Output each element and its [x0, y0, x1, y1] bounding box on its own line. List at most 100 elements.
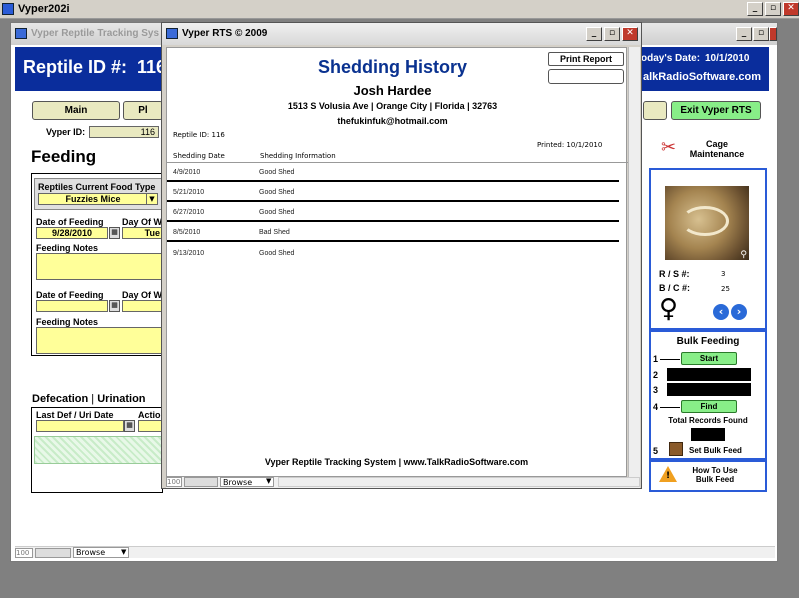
- feeding-notes-field-2[interactable]: [36, 327, 164, 354]
- zoom-icon[interactable]: ⚲: [740, 250, 747, 260]
- main-restore-button[interactable]: ▫: [753, 27, 769, 41]
- action-label: Actio: [138, 410, 161, 420]
- step-5: 5: [653, 446, 659, 456]
- header-label: Reptile ID #:: [23, 57, 128, 77]
- view-mode-icons[interactable]: [35, 548, 71, 558]
- date-feeding-field-1[interactable]: 9/28/2010: [36, 227, 108, 239]
- report-minimize-button[interactable]: _: [586, 27, 602, 41]
- report-close-button[interactable]: ✕: [622, 27, 638, 41]
- owner-address: 1513 S Volusia Ave | Orange City | Flori…: [287, 101, 498, 111]
- nav-pl-button[interactable]: Pl: [123, 101, 163, 120]
- app-icon: [2, 3, 14, 15]
- set-bulk-feed-button[interactable]: Set Bulk Feed: [689, 446, 742, 455]
- main-minimize-button[interactable]: _: [736, 27, 752, 41]
- row-date: 6/27/2010: [173, 209, 205, 216]
- date-feeding-field-2[interactable]: [36, 300, 108, 312]
- vyper-id-field[interactable]: 116: [89, 126, 159, 138]
- how-to-card[interactable]: ! How To Use Bulk Feed: [649, 460, 767, 492]
- find-button[interactable]: Find: [681, 400, 737, 413]
- close-button[interactable]: ✕: [783, 2, 799, 16]
- calendar-icon[interactable]: ▦: [109, 227, 120, 239]
- nav-hidden-button[interactable]: [643, 101, 667, 120]
- record-number[interactable]: 100: [15, 548, 33, 558]
- col-header-info: Shedding Information: [260, 152, 336, 160]
- exit-button[interactable]: Exit Vyper RTS: [671, 101, 761, 120]
- owner-name: Josh Hardee: [353, 83, 432, 98]
- day-of-week-label: Day Of W: [122, 217, 163, 227]
- calendar-icon-3[interactable]: ▦: [124, 420, 135, 432]
- browse-dropdown-icon[interactable]: ▼: [121, 548, 126, 556]
- prev-arrow-icon[interactable]: ‹: [713, 304, 729, 320]
- last-def-field[interactable]: [36, 420, 124, 432]
- table-row: 6/27/2010 Good Shed: [167, 202, 619, 222]
- report-view-icons[interactable]: [184, 477, 218, 487]
- report-title: Vyper RTS © 2009: [182, 28, 268, 39]
- food-type-dropdown-icon[interactable]: ▼: [146, 193, 158, 205]
- food-type-label: Reptiles Current Food Type: [38, 182, 156, 192]
- minimize-button[interactable]: _: [747, 2, 763, 16]
- row-date: 8/5/2010: [173, 229, 201, 236]
- start-button[interactable]: Start: [681, 352, 737, 365]
- main-status-bar: 100 Browse ▼: [15, 546, 775, 558]
- date-feeding-label: Date of Feeding: [36, 217, 104, 227]
- feeding-notes-field-1[interactable]: [36, 253, 164, 280]
- defecation-heading: Defecation | Urination: [32, 393, 146, 405]
- printed-date: Printed: 10/1/2010: [537, 141, 603, 149]
- last-def-label: Last Def / Uri Date: [36, 410, 114, 420]
- feeding-notes-label-2: Feeding Notes: [36, 317, 99, 327]
- report-browse-dropdown-icon[interactable]: ▼: [266, 477, 271, 485]
- report-heading: Shedding History: [317, 57, 467, 77]
- report-restore-button[interactable]: ▫: [604, 27, 620, 41]
- table-row: 9/13/2010 Good Shed: [167, 243, 619, 263]
- wrench-icon[interactable]: ✂: [661, 137, 676, 158]
- calendar-icon-2[interactable]: ▦: [109, 300, 120, 312]
- row-info: Good Shed: [259, 250, 295, 257]
- today-label: oday's Date:: [641, 53, 701, 64]
- table-row: 4/9/2010 Good Shed: [167, 162, 619, 182]
- date-feeding-label-2: Date of Feeding: [36, 290, 104, 300]
- report-footer: Vyper Reptile Tracking System | www.Talk…: [264, 457, 529, 467]
- bulk-feeding-card: Bulk Feeding 1 Start 2 3 4 Find Total Re…: [649, 330, 767, 460]
- snake-shape: [681, 206, 729, 236]
- site-link[interactable]: alkRadioSoftware.com: [643, 71, 761, 83]
- main-close-button[interactable]: [769, 27, 777, 41]
- feed-box-icon[interactable]: [669, 442, 683, 456]
- row-date: 4/9/2010: [173, 169, 201, 176]
- step-2-field[interactable]: [667, 368, 751, 381]
- bc-label: B / C #:: [659, 283, 691, 293]
- next-arrow-icon[interactable]: ›: [731, 304, 747, 320]
- report-hscroll[interactable]: [278, 477, 640, 487]
- day-field-2[interactable]: [122, 300, 164, 312]
- step-3-field[interactable]: [667, 383, 751, 396]
- total-records-field: [691, 428, 725, 441]
- row-info: Good Shed: [259, 189, 295, 196]
- day-of-week-label-2: Day Of W: [122, 290, 163, 300]
- rs-label: R / S #:: [659, 269, 690, 279]
- rs-value: 3: [721, 270, 726, 278]
- step-3: 3: [653, 385, 659, 395]
- restore-button[interactable]: ▫: [765, 2, 781, 16]
- col-header-date: Shedding Date: [173, 152, 225, 160]
- warning-mark: !: [666, 471, 671, 481]
- report-record-number[interactable]: 100: [166, 477, 182, 487]
- nav-main-button[interactable]: Main: [32, 101, 120, 120]
- cage-maintenance-link[interactable]: Cage Maintenance: [687, 139, 747, 159]
- feeding-heading: Feeding: [31, 147, 97, 166]
- how-to-use-link[interactable]: How To Use Bulk Feed: [685, 466, 745, 484]
- row-date: 9/13/2010: [173, 250, 205, 257]
- day-field-1[interactable]: Tue: [122, 227, 164, 239]
- form-icon: [15, 28, 27, 39]
- step-4: 4: [653, 402, 659, 412]
- report-titlebar: Vyper RTS © 2009 _ ▫ ✕: [162, 23, 641, 45]
- row-info: Bad Shed: [259, 229, 290, 236]
- report-icon: [166, 28, 178, 39]
- defecation-panel: Last Def / Uri Date Actio ▦: [31, 407, 164, 493]
- owner-email: thefukinfuk@hotmail.com: [337, 116, 448, 126]
- reptile-id-text: Reptile ID: 116: [173, 131, 225, 139]
- bc-value: 25: [721, 285, 730, 293]
- report-vscroll[interactable]: [628, 47, 640, 477]
- food-type-select[interactable]: Fuzzies Mice: [38, 193, 148, 205]
- reptile-photo[interactable]: ⚲: [665, 186, 749, 260]
- table-row: 5/21/2010 Good Shed: [167, 182, 619, 202]
- step-1: 1: [653, 354, 659, 364]
